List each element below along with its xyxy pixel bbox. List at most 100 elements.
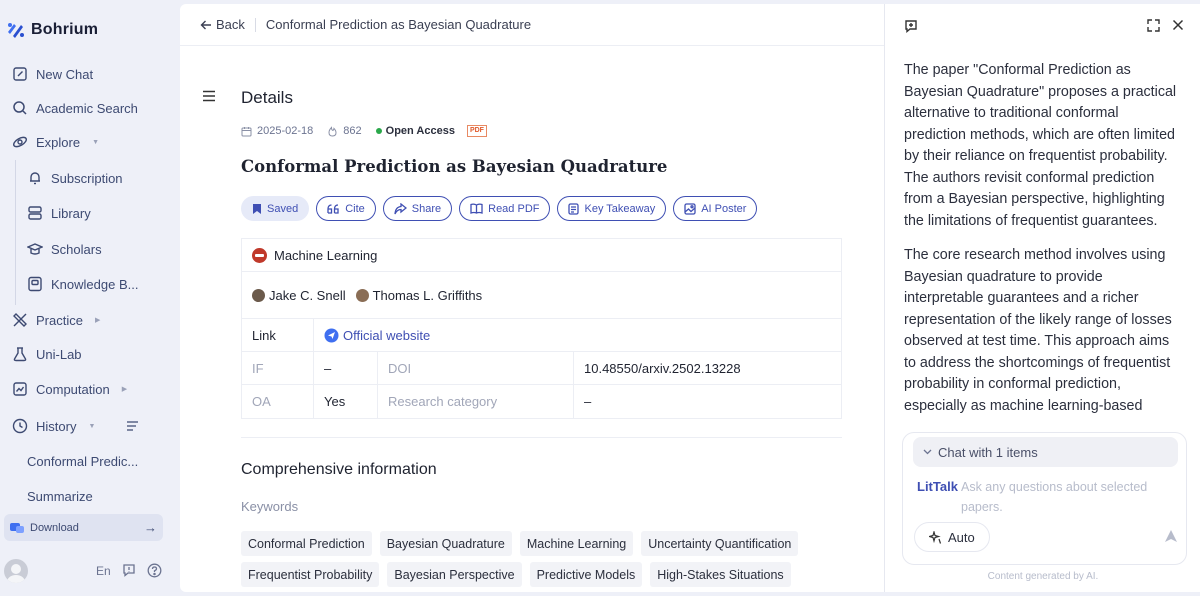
key-takeaway-button[interactable]: Key Takeaway (557, 196, 667, 221)
calendar-icon (241, 126, 252, 136)
back-label: Back (216, 17, 245, 32)
help-icon[interactable] (147, 563, 162, 578)
history-item[interactable]: Conformal Predic... (27, 454, 138, 469)
views-item: 862 (327, 125, 362, 137)
chat-input-box: Chat with 1 items LitTalk Ask any questi… (902, 432, 1187, 565)
sidebar-item-explore[interactable]: Explore ▼ (12, 134, 99, 150)
cite-button[interactable]: Cite (316, 196, 376, 221)
ai-poster-button[interactable]: AI Poster (673, 196, 758, 221)
image-icon (684, 202, 696, 215)
divider (254, 17, 256, 32)
status-dot (375, 128, 382, 134)
pdf-badge[interactable]: PDF (466, 125, 487, 137)
compass-icon (12, 136, 28, 148)
breadcrumb-title: Conformal Prediction as Bayesian Quadrat… (265, 17, 532, 32)
chart-icon (13, 382, 27, 396)
read-pdf-button[interactable]: Read PDF (459, 196, 551, 221)
sparkle-icon (929, 530, 942, 544)
button-label: Key Takeaway (584, 202, 656, 215)
link-row: Link Official website (242, 319, 841, 352)
send-icon[interactable] (1164, 529, 1178, 543)
feedback-icon[interactable] (122, 563, 136, 577)
submenu-guide-line (15, 160, 16, 305)
history-list-icon[interactable] (126, 420, 139, 432)
bookmark-icon (253, 203, 261, 214)
ai-assistant-panel: The paper "Conformal Prediction as Bayes… (884, 4, 1200, 592)
back-button[interactable]: Back (200, 17, 245, 32)
edit-icon (13, 67, 27, 81)
ai-response: The paper "Conformal Prediction as Bayes… (904, 60, 1184, 430)
category-icon (252, 247, 267, 263)
if-doi-row: IF – DOI 10.48550/arxiv.2502.13228 (242, 352, 841, 385)
paper-meta: 2025-02-18 862 Open Access PDF (241, 125, 487, 137)
keyword-tag[interactable]: Frequentist Probability (241, 562, 380, 587)
sidebar-item-computation[interactable]: Computation ▶ (12, 381, 127, 397)
caret-down-icon: ▼ (92, 138, 100, 146)
sidebar-item-practice[interactable]: Practice ▶ (12, 312, 100, 328)
bohrium-logo-icon (8, 23, 24, 38)
topbar: Back Conformal Prediction as Bayesian Qu… (180, 4, 884, 46)
category-label[interactable]: Machine Learning (274, 248, 377, 263)
littalk-label: LitTalk (917, 479, 958, 494)
caret-right-icon: ▶ (121, 386, 128, 393)
auto-mode-button[interactable]: Auto (914, 522, 990, 552)
chat-input[interactable]: Ask any questions about selected papers. (961, 477, 1181, 517)
new-chat-icon[interactable] (904, 19, 918, 33)
bohrium-logo[interactable]: Bohrium (6, 20, 98, 40)
sidebar-item-new-chat[interactable]: New Chat (12, 66, 93, 82)
sidebar-item-library[interactable]: Library (27, 205, 91, 221)
link-text: Official website (343, 327, 431, 343)
oa-category-row: OA Yes Research category – (242, 385, 841, 418)
keyword-tag[interactable]: Bayesian Perspective (387, 562, 522, 587)
button-label: Share (411, 202, 442, 215)
sidebar-item-academic-search[interactable]: Academic Search (12, 100, 138, 116)
auto-label: Auto (948, 529, 975, 545)
sidebar-item-knowledge-base[interactable]: Knowledge B... (27, 276, 138, 292)
download-button[interactable]: Download → (4, 514, 163, 541)
language-switch[interactable]: En (96, 564, 111, 578)
saved-button[interactable]: Saved (241, 196, 310, 221)
button-label: AI Poster (701, 202, 747, 215)
doi-value[interactable]: 10.48550/arxiv.2502.13228 (574, 352, 841, 384)
keyword-tag[interactable]: Machine Learning (519, 531, 634, 556)
sidebar-item-label: Scholars (51, 241, 102, 257)
close-icon[interactable] (1172, 19, 1184, 31)
official-website-link[interactable]: Official website (314, 319, 430, 351)
keyword-tag[interactable]: High-Stakes Situations (650, 562, 791, 587)
chevron-down-icon (923, 449, 932, 455)
keywords-row: Frequentist Probability Bayesian Perspec… (241, 562, 791, 587)
keyword-tag[interactable]: Uncertainty Quantification (641, 531, 799, 556)
sidebar-item-subscription[interactable]: Subscription (27, 170, 123, 186)
ai-response-paragraph: The core research method involves using … (904, 247, 1172, 414)
sidebar-item-history[interactable]: History ▼ (12, 418, 95, 434)
sidebar-item-label: Knowledge B... (51, 276, 139, 292)
bell-icon (30, 172, 40, 185)
app-name: Bohrium (31, 21, 99, 38)
download-label: Download (30, 521, 79, 534)
search-icon (13, 101, 27, 115)
share-button[interactable]: Share (382, 196, 453, 221)
open-access-label: Open Access (385, 125, 455, 137)
menu-icon[interactable] (202, 90, 216, 102)
keyword-tag[interactable]: Conformal Prediction (241, 531, 372, 556)
keywords-label: Keywords (241, 499, 299, 514)
history-item[interactable]: Summarize (27, 489, 93, 504)
link-label-cell: Link (242, 319, 314, 351)
author-name[interactable]: Jake C. Snell (269, 288, 346, 303)
date-item: 2025-02-18 (241, 125, 313, 137)
sidebar-item-label: Uni-Lab (36, 346, 82, 362)
ai-response-paragraph: The paper "Conformal Prediction as Bayes… (904, 62, 1177, 229)
caret-right-icon: ▶ (94, 317, 101, 324)
keyword-tag[interactable]: Predictive Models (529, 562, 643, 587)
open-access-badge: Open Access (375, 125, 455, 137)
category-cell: Machine Learning (242, 239, 377, 271)
sidebar-item-scholars[interactable]: Scholars (27, 241, 102, 257)
expand-icon[interactable] (1147, 19, 1160, 32)
author-name[interactable]: Thomas L. Griffiths (373, 288, 483, 303)
chat-context-toggle[interactable]: Chat with 1 items (913, 437, 1178, 467)
avatar[interactable] (4, 559, 28, 583)
authors-row: Jake C. Snell Thomas L. Griffiths (242, 272, 841, 319)
sidebar-item-uni-lab[interactable]: Uni-Lab (12, 346, 82, 362)
keyword-tag[interactable]: Bayesian Quadrature (379, 531, 512, 556)
author-avatar (252, 288, 265, 302)
